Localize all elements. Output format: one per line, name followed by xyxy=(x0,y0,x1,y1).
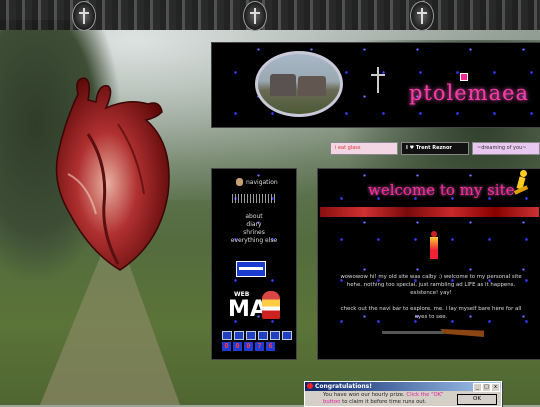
minimize-button[interactable]: _ xyxy=(473,383,482,392)
mini-icon xyxy=(270,331,280,340)
close-button[interactable]: x xyxy=(491,383,500,392)
popup-title: Congratulations! xyxy=(315,383,372,390)
nav-links: about diary shrines everything else xyxy=(218,213,290,245)
ok-button[interactable]: OK xyxy=(457,394,497,405)
navigation-panel: navigation about diary shrines everythin… xyxy=(211,168,297,360)
popup-message-text-end: to claim it before time runs out. xyxy=(340,398,427,405)
explore-text: check out the navi bar to explore. me. i… xyxy=(340,306,522,320)
rifle-image xyxy=(382,327,486,341)
blinkie-buttons-row: i eat glass I ♥ Trent Reznor ~dreaming o… xyxy=(330,142,540,155)
site-badge[interactable] xyxy=(236,261,266,277)
cross-emblem-icon xyxy=(243,1,267,31)
anatomical-heart-image xyxy=(55,77,170,271)
running-figure-icon xyxy=(512,170,534,200)
candle-figure-icon xyxy=(430,231,438,261)
mini-icons-row xyxy=(222,331,292,340)
header-photo xyxy=(255,51,343,117)
welcome-heading: welcome to my site xyxy=(368,181,515,199)
popup-message-text: You have won our hourly prize. xyxy=(323,392,407,398)
cross-emblem-icon xyxy=(410,1,434,31)
cross-icon xyxy=(370,67,386,93)
heart-icon xyxy=(460,73,468,81)
blinkie-button[interactable]: i eat glass xyxy=(330,142,398,155)
avatar-icon xyxy=(236,178,243,186)
nav-heading: navigation xyxy=(246,179,278,186)
congratulations-popup: Congratulations! _ □ x You have won our … xyxy=(304,381,502,407)
main-content-panel: welcome to my site wowowow hi! my old si… xyxy=(317,168,540,360)
nav-link-diary[interactable]: diary xyxy=(218,221,290,229)
hit-counter: 0 0 0 7 6 xyxy=(222,342,275,351)
webmaster-badge[interactable]: WEB MA xyxy=(228,287,282,325)
site-header: ptolemaea xyxy=(211,42,540,128)
nav-link-about[interactable]: about xyxy=(218,213,290,221)
blinkie-button[interactable]: ~dreaming of you~ xyxy=(472,142,540,155)
counter-digit: 0 xyxy=(233,342,242,351)
blinkie-button[interactable]: I ♥ Trent Reznor xyxy=(401,142,469,155)
mini-icon xyxy=(246,331,256,340)
popup-icon xyxy=(307,383,313,389)
counter-digit: 0 xyxy=(222,342,231,351)
nav-link-shrines[interactable]: shrines xyxy=(218,229,290,237)
mini-icon xyxy=(234,331,244,340)
nav-link-everything-else[interactable]: everything else xyxy=(218,237,290,245)
site-title: ptolemaea xyxy=(409,81,530,105)
mini-icon xyxy=(282,331,292,340)
clown-figure-icon xyxy=(262,291,280,319)
counter-digit: 0 xyxy=(244,342,253,351)
blood-divider xyxy=(320,207,539,217)
counter-digit: 6 xyxy=(266,342,275,351)
counter-digit: 7 xyxy=(255,342,264,351)
mini-icon xyxy=(258,331,268,340)
cross-emblem-icon xyxy=(72,1,96,31)
nav-divider xyxy=(232,194,276,203)
popup-message: You have won our hourly prize. Click the… xyxy=(323,392,451,405)
intro-text: wowowow hi! my old site was calby :) wel… xyxy=(340,274,522,296)
maximize-button[interactable]: □ xyxy=(482,383,491,392)
mini-icon xyxy=(222,331,232,340)
